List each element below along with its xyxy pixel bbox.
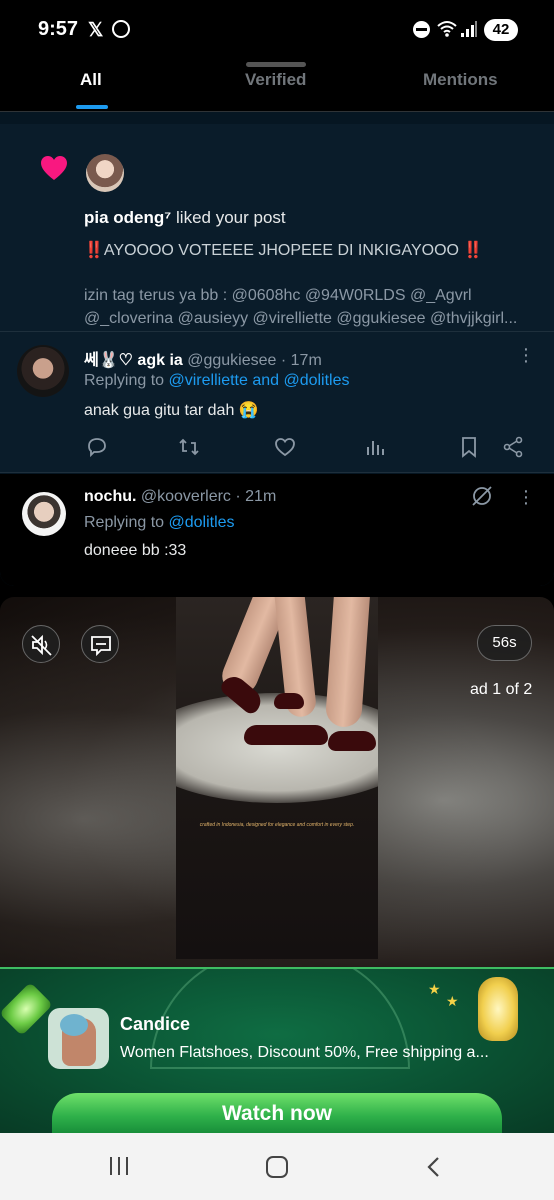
replying-to-link[interactable]: @virelliette and @dolitles [169, 372, 350, 389]
star-icon: ★ [428, 981, 441, 997]
more-options-icon[interactable]: · · · [518, 481, 534, 513]
whatsapp-icon [112, 20, 130, 38]
tweet-text: doneee bb :33 [84, 542, 187, 559]
mute-button[interactable] [22, 625, 60, 663]
wifi-icon [437, 21, 457, 37]
speaker-muted-icon [31, 634, 52, 656]
shoe [274, 693, 304, 709]
like-action: liked your post [171, 208, 286, 227]
replying-prefix: Replying to [84, 514, 169, 531]
avatar[interactable] [86, 154, 124, 192]
display-name[interactable]: nochu. [84, 488, 136, 505]
star-icon: ★ [446, 993, 459, 1009]
handle-time: @ggukiesee · 17m [182, 352, 322, 369]
replying-to: Replying to @virelliette and @dolitles [84, 372, 350, 390]
captions-icon [91, 636, 111, 657]
post-title: ‼️AYOOOO VOTEEEE JHOPEEE DI INKIGAYOOO ‼… [84, 242, 484, 259]
more-options-icon[interactable]: · · · [518, 339, 534, 371]
tab-mentions[interactable]: Mentions [423, 70, 498, 90]
app-icon[interactable] [48, 1008, 109, 1069]
ad-video-frame: crafted in Indonesia, designed for elega… [176, 597, 378, 959]
shoe [244, 725, 328, 745]
tweet-header: nochu. @kooverlerc · 21m [84, 488, 276, 506]
reply-icon[interactable] [86, 436, 108, 458]
status-bar: 9:57 𝕏 42 [0, 0, 554, 60]
lantern-icon [478, 977, 518, 1041]
tab-all[interactable]: All [80, 70, 102, 90]
system-nav-bar [0, 1133, 554, 1200]
watch-now-button[interactable]: Watch now [52, 1093, 502, 1133]
replying-to: Replying to @dolitles [84, 514, 235, 532]
tweet-text: anak gua gitu tar dah 😭 [84, 402, 259, 419]
home-icon[interactable] [266, 1156, 288, 1178]
notifications-list: pia odeng⁷ liked your post ‼️AYOOOO VOTE… [0, 112, 554, 586]
recent-apps-icon[interactable] [110, 1157, 134, 1177]
shoe [328, 731, 376, 751]
views-icon[interactable] [364, 436, 386, 458]
post-snippet: izin tag terus ya bb : @0608hc @94W0RLDS… [84, 287, 518, 327]
display-name[interactable]: 쎄🐰♡ agk ia [84, 352, 183, 369]
retweet-icon[interactable] [178, 436, 200, 458]
active-tab-indicator [76, 105, 108, 109]
grok-icon[interactable] [470, 484, 494, 508]
signal-icon [461, 21, 477, 37]
share-icon[interactable] [502, 436, 524, 458]
notification-tabs: All Verified Mentions [0, 60, 554, 112]
like-icon[interactable] [274, 436, 296, 458]
handle-time: @kooverlerc · 21m [136, 488, 277, 505]
video-ad[interactable]: crafted in Indonesia, designed for elega… [0, 597, 554, 967]
replying-to-link[interactable]: @dolitles [169, 514, 235, 531]
app-description: Women Flatshoes, Discount 50%, Free ship… [120, 1044, 489, 1061]
reply-notification[interactable]: nochu. @kooverlerc · 21m · · · Replying to… [0, 474, 554, 586]
time-remaining: 56s [477, 625, 532, 661]
heart-icon [41, 156, 67, 180]
battery-indicator: 42 [484, 19, 518, 41]
avatar[interactable] [17, 345, 69, 397]
reply-notification[interactable]: 쎄🐰♡ agk ia @ggukiesee · 17m · · · Replying… [0, 332, 554, 473]
do-not-disturb-icon [413, 21, 430, 38]
like-notification[interactable]: pia odeng⁷ liked your post ‼️AYOOOO VOTE… [0, 124, 554, 332]
tweet-actions [84, 436, 534, 460]
split-screen-handle[interactable] [262, 589, 292, 602]
avatar[interactable] [22, 492, 66, 536]
ad-banner[interactable]: ★ ★ ★ ★ Candice Women Flatshoes, Discoun… [0, 967, 554, 1133]
tab-verified[interactable]: Verified [245, 70, 306, 90]
x-app-icon: 𝕏 [88, 20, 104, 41]
video-caption: crafted in Indonesia, designed for elega… [199, 822, 355, 828]
status-time: 9:57 [38, 18, 79, 40]
ad-counter: ad 1 of 2 [470, 681, 533, 698]
tweet-header: 쎄🐰♡ agk ia @ggukiesee · 17m [84, 346, 322, 370]
liker-name[interactable]: pia odeng⁷ [84, 208, 171, 227]
like-text: pia odeng⁷ liked your post [84, 208, 286, 228]
captions-button[interactable] [81, 625, 119, 663]
back-icon[interactable] [424, 1156, 442, 1178]
bookmark-icon[interactable] [458, 436, 480, 458]
drag-handle [246, 62, 306, 67]
lantern-icon [0, 982, 53, 1036]
replying-prefix: Replying to [84, 372, 169, 389]
app-name: Candice [120, 1014, 191, 1034]
